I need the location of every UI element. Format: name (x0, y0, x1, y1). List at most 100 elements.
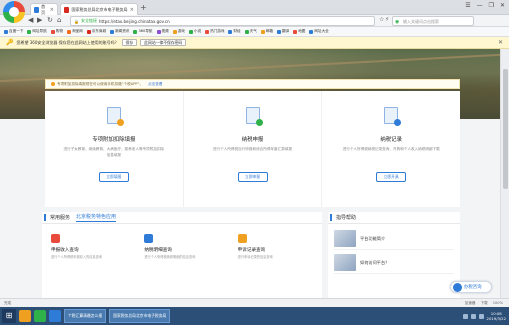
tab-favicon-icon (34, 6, 40, 13)
services-panel: 常用服务 北京税务特色应用 申报收入查询 进行个人所得税申报收入的信息查询 纳税明细… (42, 212, 322, 298)
bookmark-icon (66, 29, 71, 34)
bookmark-label: 视频 (161, 29, 169, 33)
notice-link[interactable]: 点击查看 (148, 82, 162, 87)
help-item-access[interactable]: 如何访问平台？ (334, 252, 454, 274)
bookmark-item[interactable]: 网址导航 (27, 29, 47, 34)
monitor-icon (245, 107, 263, 126)
url-bar[interactable]: 🔒 安全链接 https://etax.beijing.chinatax.gov… (70, 16, 375, 26)
back-icon[interactable]: ◀ (28, 16, 33, 24)
service-description: 进行申诉记录的信息查询 (237, 255, 273, 259)
clock[interactable]: 10:08 2019/3/22 (487, 311, 506, 321)
service-icon (237, 234, 247, 243)
bookmark-item[interactable]: 购物 (50, 29, 63, 34)
bookmark-label: 购物 (55, 29, 63, 33)
refresh-icon[interactable]: ↻ (47, 16, 53, 24)
status-download[interactable]: 下载 (481, 301, 488, 306)
bookmark-icon (244, 29, 249, 34)
status-zoom[interactable]: 100% (493, 301, 503, 306)
close-window-icon[interactable]: ✕ (500, 2, 505, 9)
key-icon: 🔑 (6, 39, 14, 46)
bookmark-icon (205, 29, 210, 34)
bookmark-label: 新闻资讯 (115, 29, 130, 33)
never-save-button[interactable]: 此网站一律不保存密码 (140, 39, 187, 46)
bookmark-item[interactable]: 京东商城 (86, 29, 106, 34)
bookmark-item[interactable]: 邮箱 (260, 29, 274, 34)
minimize-icon[interactable]: — (477, 2, 483, 9)
secure-label: 安全链接 (80, 18, 97, 23)
close-bar-icon[interactable]: ✕ (498, 39, 503, 46)
start-button[interactable]: ⊞ (2, 309, 16, 323)
speed-mode-icon[interactable]: ⚡ (385, 16, 389, 23)
bookmark-label: 邮箱 (265, 29, 274, 33)
taskbar-app-2[interactable]: 国家税务总局北京市电子税务局 (109, 309, 171, 323)
favorite-star-icon[interactable]: ☆ (379, 16, 384, 23)
tab-beijing-apps[interactable]: 北京税务特色应用 (76, 213, 117, 222)
bookmark-icon (188, 29, 193, 34)
bookmark-item[interactable]: 视频 (156, 29, 169, 34)
bookmark-item[interactable]: 天气 (244, 29, 257, 34)
card-description: 进行个人所得税自行申报和综合所得年度汇算填报 (212, 147, 293, 151)
bookmark-item[interactable]: 财经 (228, 29, 241, 34)
forward-icon[interactable]: ▶ (37, 16, 42, 24)
search-icon: ◉ (395, 19, 400, 25)
bookmark-item[interactable]: 地图 (293, 29, 305, 34)
close-tab-icon[interactable]: × (50, 7, 54, 13)
tab-etax[interactable]: 国家税务总局北京市电子税务局 - 自然人办税服务平台 × (60, 3, 138, 15)
tab-bar: 首页 × 国家税务总局北京市电子税务局 - 自然人办税服务平台 × + ☰ — … (0, 0, 509, 23)
scroll-thumb[interactable] (503, 69, 508, 189)
card-description: 进行子女教育、继续教育、大病医疗、赡养老人等专项附加扣除信息填报 (63, 147, 165, 157)
bookmark-icon (4, 29, 8, 34)
home-icon[interactable]: ⌂ (57, 16, 61, 24)
bookmark-item[interactable]: 360导航 (133, 29, 153, 34)
browser-taskbar-icon[interactable] (34, 310, 46, 322)
bookmark-item[interactable]: 百度一下 (4, 29, 23, 34)
bookmark-item[interactable]: 游戏 (172, 29, 185, 34)
browser-logo-icon[interactable] (3, 1, 25, 23)
service-item[interactable]: 纳税明细查询 进行个人所得税纳税明细的信息查询 (135, 226, 228, 268)
bookmark-icon (156, 29, 161, 34)
bookmark-item[interactable]: 热门游戏 (205, 29, 224, 34)
close-tab-icon[interactable]: × (130, 7, 134, 13)
issue-now-button[interactable]: 立即开具 (376, 172, 407, 182)
url-text[interactable]: https://etax.beijing.chinatax.gov.cn (99, 19, 170, 24)
help-title: 指导帮助 (336, 215, 357, 221)
tax-consult-button[interactable]: 办税咨询 (450, 281, 492, 293)
system-tray: 10:08 2019/3/22 (462, 311, 506, 321)
service-item[interactable]: 申报收入查询 进行个人所得税申报收入的信息查询 (42, 226, 135, 268)
menu-icon[interactable]: ☰ (465, 2, 470, 9)
help-item-intro[interactable]: 平台功能简介 (334, 228, 454, 250)
service-name: 申诉记录查询 (237, 248, 266, 253)
taskbar-app-1[interactable]: 个税汇算清缴怎么报 (64, 309, 107, 323)
tab-common-services[interactable]: 常用服务 (50, 214, 70, 221)
bookmark-icon (50, 29, 55, 34)
web-page: 专项附加扣除填报现在可以使用手机扣缴“个税APP”。 点击查看 专项附加扣除填报… (0, 49, 500, 298)
new-tab-button[interactable]: + (140, 3, 147, 12)
bookmark-item[interactable]: 网址大全 (309, 29, 329, 34)
vertical-scrollbar[interactable] (500, 49, 509, 298)
service-item[interactable]: 申诉记录查询进行申诉记录的信息查询 (229, 226, 322, 268)
ime-icon[interactable] (478, 313, 484, 319)
maximize-icon[interactable]: ❐ (489, 2, 494, 9)
status-accelerator[interactable]: 加速器 (465, 301, 476, 306)
save-password-button[interactable]: 保存 (121, 39, 138, 46)
file-now-button[interactable]: 立即申报 (237, 172, 268, 182)
search-input[interactable]: ◉ 输入关键词点击搜索 (392, 16, 474, 26)
tab-favicon-icon (64, 6, 70, 13)
bookmark-icon (277, 29, 282, 34)
password-prompt-text: 您希望 360安全浏览器 保存您在此网站上使用的账号吗？ (16, 39, 119, 45)
network-icon[interactable] (462, 313, 468, 319)
volume-icon[interactable] (470, 313, 476, 319)
fill-now-button[interactable]: 立即填报 (98, 172, 129, 182)
explorer-icon[interactable] (19, 310, 31, 322)
bookmark-item[interactable]: 小说 (188, 29, 201, 34)
bookmark-icon (228, 29, 233, 34)
consult-icon (453, 282, 462, 292)
bookmark-item[interactable]: 淘宝网 (66, 29, 83, 34)
bookmark-icon (27, 29, 32, 34)
bookmark-item[interactable]: 翻译 (277, 29, 289, 34)
app-taskbar-icon[interactable] (49, 310, 61, 322)
service-description: 进行个人所得税申报收入的信息查询 (51, 255, 102, 259)
tab-home[interactable]: 首页 × (30, 3, 58, 15)
bookmark-item[interactable]: 新闻资讯 (110, 29, 129, 34)
bookmark-label: 热门游戏 (210, 29, 225, 33)
